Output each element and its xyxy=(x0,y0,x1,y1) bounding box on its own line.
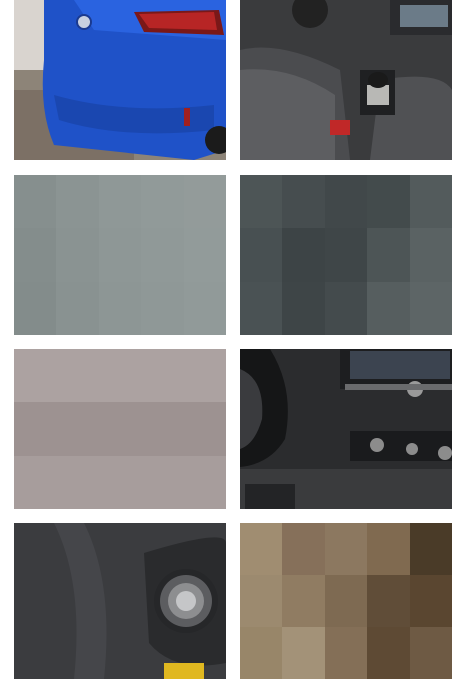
blurred-mauve-image xyxy=(14,349,226,509)
photo-thumb-blurred-brown[interactable] xyxy=(240,523,452,679)
photo-thumb-rear-car[interactable] xyxy=(14,0,226,160)
photo-thumb-blurred-mauve[interactable] xyxy=(14,349,226,509)
photo-thumb-light-switch[interactable] xyxy=(14,523,226,679)
dashboard-image xyxy=(240,349,452,509)
photo-thumb-blurred-dark[interactable] xyxy=(240,175,452,335)
blurred-gray-image xyxy=(14,175,226,335)
photo-thumb-dashboard[interactable] xyxy=(240,349,452,509)
photo-thumb-blurred-gray[interactable] xyxy=(14,175,226,335)
blurred-dark-image xyxy=(240,175,452,335)
interior-image xyxy=(240,0,452,160)
rear-car-image xyxy=(14,0,226,160)
photo-thumb-interior[interactable] xyxy=(240,0,452,160)
blurred-brown-image xyxy=(240,523,452,679)
photo-gallery xyxy=(0,0,454,679)
light-switch-image xyxy=(14,523,226,679)
